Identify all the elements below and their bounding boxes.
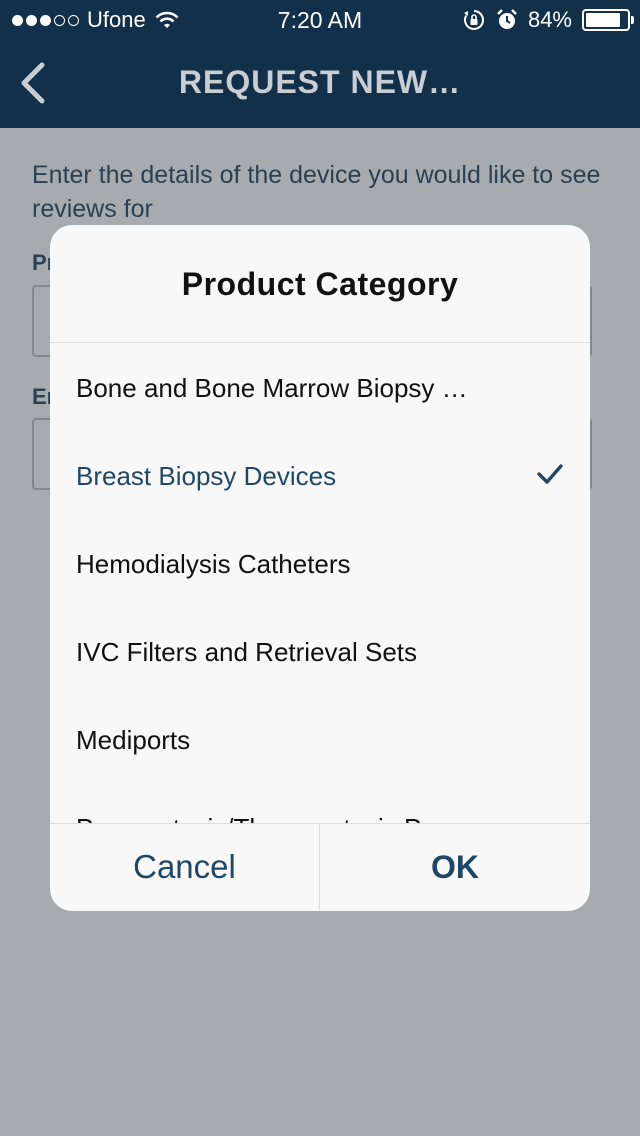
category-item-label: Hemodialysis Catheters: [76, 548, 351, 579]
top-bar: Ufone 7:20 AM 84% REQUEST NEW…: [0, 0, 640, 128]
category-item-bone-marrow-biopsy[interactable]: Bone and Bone Marrow Biopsy …: [50, 344, 590, 432]
dialog-button-row: Cancel OK: [50, 823, 590, 911]
category-item-mediports[interactable]: Mediports: [50, 696, 590, 784]
page-title: REQUEST NEW…: [178, 64, 462, 100]
alarm-icon: [497, 9, 517, 29]
category-item-label: Breast Biopsy Devices: [76, 460, 337, 491]
category-item-label: Mediports: [76, 724, 191, 755]
navigation-bar: REQUEST NEW…: [0, 40, 640, 128]
category-item-hemodialysis-catheters[interactable]: Hemodialysis Catheters: [50, 520, 590, 608]
ok-button[interactable]: OK: [320, 824, 590, 911]
cancel-button[interactable]: Cancel: [50, 824, 320, 911]
battery-icon: [582, 9, 634, 31]
category-item-breast-biopsy[interactable]: Breast Biopsy Devices: [50, 432, 590, 520]
category-list[interactable]: Bone and Bone Marrow Biopsy … Breast Bio…: [50, 344, 590, 823]
status-right: 84%: [462, 0, 634, 40]
battery-percent: 84%: [527, 7, 572, 32]
category-item-ivc-filters[interactable]: IVC Filters and Retrieval Sets: [50, 608, 590, 696]
product-category-dialog: Product Category Bone and Bone Marrow Bi…: [50, 225, 590, 911]
battery-fill: [586, 13, 620, 27]
rotation-lock-icon: [463, 10, 484, 30]
category-item-label: IVC Filters and Retrieval Sets: [76, 636, 418, 667]
category-item-label: Bone and Bone Marrow Biopsy …: [76, 372, 468, 403]
category-item-paracentesis[interactable]: Paracentesis/Thoracentesis Pro…: [50, 784, 590, 824]
status-bar: Ufone 7:20 AM 84%: [0, 0, 640, 40]
category-item-label: Paracentesis/Thoracentesis Pro…: [76, 813, 471, 824]
dialog-title: Product Category: [50, 225, 590, 343]
checkmark-icon: [537, 464, 563, 484]
